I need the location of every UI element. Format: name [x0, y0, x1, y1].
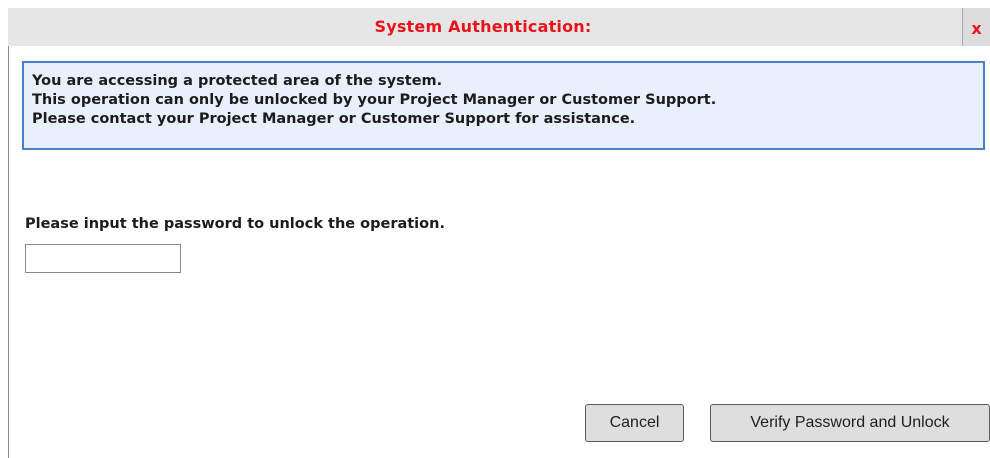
info-line: This operation can only be unlocked by y…	[32, 92, 717, 108]
dialog-title-bar: System Authentication:	[8, 8, 990, 46]
password-prompt-label: Please input the password to unlock the …	[25, 216, 445, 232]
info-line: Please contact your Project Manager or C…	[32, 111, 636, 127]
verify-unlock-button[interactable]: Verify Password and Unlock	[710, 404, 990, 442]
close-button[interactable]: x	[962, 8, 990, 46]
dialog-left-border	[8, 46, 9, 458]
password-input[interactable]	[25, 244, 181, 273]
info-line: You are accessing a protected area of th…	[32, 73, 443, 89]
cancel-button[interactable]: Cancel	[585, 404, 684, 442]
authentication-dialog: System Authentication: x You are accessi…	[0, 0, 990, 458]
info-message-box: You are accessing a protected area of th…	[22, 61, 985, 150]
dialog-title: System Authentication:	[374, 17, 592, 36]
